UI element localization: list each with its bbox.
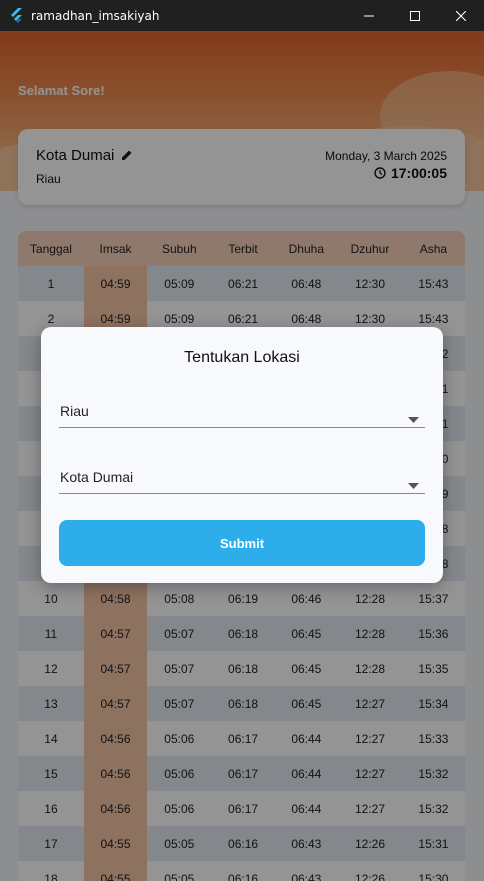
dropdown-arrow-icon — [408, 408, 419, 427]
dialog-title: Tentukan Lokasi — [184, 349, 300, 366]
province-dropdown[interactable]: Riau — [59, 394, 425, 428]
minimize-icon — [364, 15, 374, 16]
maximize-button[interactable] — [392, 0, 438, 31]
city-dropdown-value: Kota Dumai — [60, 469, 134, 485]
location-dialog: Tentukan Lokasi Riau Kota Dumai Submit — [41, 327, 443, 583]
flutter-logo-icon — [10, 7, 24, 24]
province-dropdown-value: Riau — [60, 403, 89, 419]
minimize-button[interactable] — [346, 0, 392, 31]
app-content: Selamat Sore! Kota Dumai Riau Monday, 3 … — [0, 31, 484, 881]
title-bar: ramadhan_imsakiyah — [0, 0, 484, 31]
window-controls — [346, 0, 484, 31]
close-button[interactable] — [438, 0, 484, 31]
city-dropdown[interactable]: Kota Dumai — [59, 460, 425, 494]
dropdown-arrow-icon — [408, 474, 419, 493]
maximize-icon — [410, 10, 420, 21]
submit-button[interactable]: Submit — [59, 520, 425, 566]
window-title: ramadhan_imsakiyah — [31, 8, 160, 23]
close-icon — [456, 10, 466, 21]
